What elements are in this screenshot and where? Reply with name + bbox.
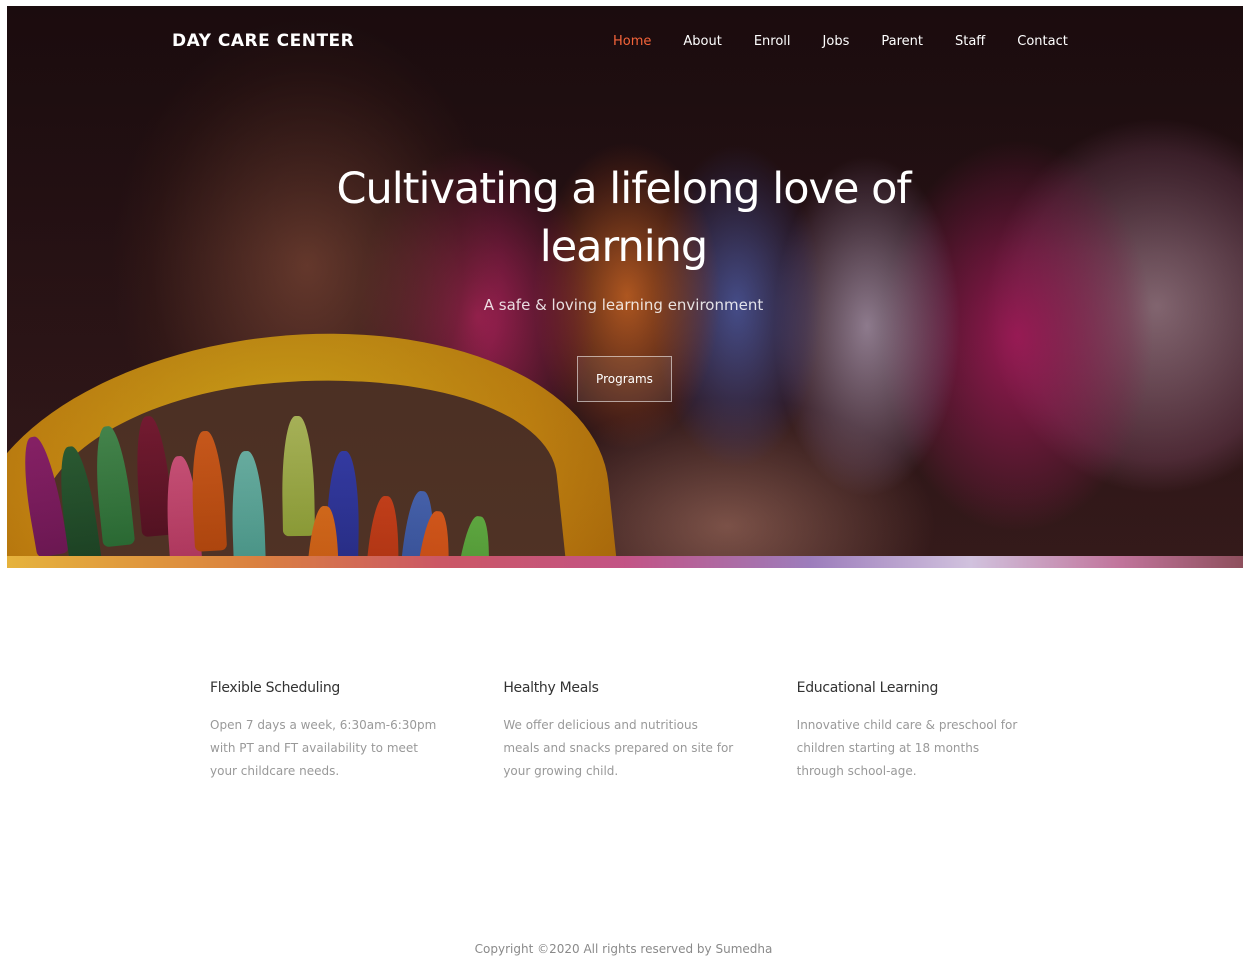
nav-item-parent[interactable]: Parent <box>881 34 923 49</box>
footer-copyright: Copyright ©2020 All rights reserved by S… <box>474 942 773 956</box>
site-logo[interactable]: DAY CARE CENTER <box>172 31 354 51</box>
hero-overlay <box>7 6 1243 556</box>
feature-flexible-scheduling: Flexible Scheduling Open 7 days a week, … <box>210 680 503 783</box>
hero-bottom-stripe <box>7 556 1243 568</box>
nav-item-staff[interactable]: Staff <box>955 34 985 49</box>
feature-title: Educational Learning <box>796 680 939 696</box>
features-section: Flexible Scheduling Open 7 days a week, … <box>210 680 1090 783</box>
hero-title-line1: Cultivating a lifelong love of <box>336 164 911 214</box>
feature-text: Open 7 days a week, 6:30am-6:30pm with P… <box>210 718 437 778</box>
feature-text: Innovative child care & preschool for ch… <box>796 718 1018 778</box>
hero-subtitle: A safe & loving learning environment <box>483 296 764 314</box>
feature-educational-learning: Educational Learning Innovative child ca… <box>797 680 1090 783</box>
feature-title: Healthy Meals <box>503 680 599 696</box>
nav-item-enroll[interactable]: Enroll <box>754 34 791 49</box>
programs-button[interactable]: Programs <box>577 356 672 402</box>
main-nav: Home About Enroll Jobs Parent Staff Cont… <box>613 34 1068 49</box>
feature-healthy-meals: Healthy Meals We offer delicious and nut… <box>503 680 796 783</box>
nav-item-home[interactable]: Home <box>613 34 651 49</box>
page: DAY CARE CENTER Home About Enroll Jobs P… <box>0 0 1247 957</box>
feature-text: We offer delicious and nutritious meals … <box>503 718 734 778</box>
hero-title: Cultivating a lifelong love of learning <box>0 160 1247 276</box>
nav-item-jobs[interactable]: Jobs <box>823 34 850 49</box>
hero-banner <box>7 6 1243 556</box>
nav-item-about[interactable]: About <box>683 34 721 49</box>
hero-title-line2: learning <box>539 222 708 272</box>
nav-item-contact[interactable]: Contact <box>1017 34 1068 49</box>
feature-title: Flexible Scheduling <box>210 680 340 696</box>
